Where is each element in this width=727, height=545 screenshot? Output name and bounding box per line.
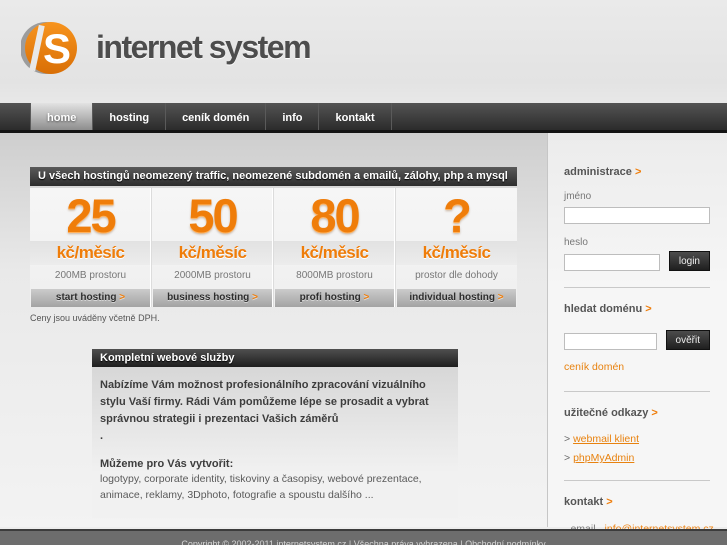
services-list: logotypy, corporate identity, tiskoviny … bbox=[100, 473, 422, 501]
copyright-text: Copyright © 2002-2011 internetsystem.cz … bbox=[181, 539, 546, 545]
link-row: > webmail klient bbox=[564, 433, 710, 445]
individual-hosting-button[interactable]: individual hosting > bbox=[397, 289, 516, 307]
header: S internet system bbox=[0, 0, 727, 103]
plan-space: 200MB prostoru bbox=[54, 270, 127, 281]
plan-space: prostor dle dohody bbox=[415, 270, 498, 281]
plan-price: ? bbox=[443, 189, 472, 242]
domain-search-input[interactable] bbox=[564, 333, 657, 350]
main-nav: home hosting ceník domén info kontakt bbox=[0, 103, 727, 133]
plan-start: 25 kč/měsíc 200MB prostoru start hosting… bbox=[30, 188, 151, 307]
vat-note: Ceny jsou uváděny včetně DPH. bbox=[30, 313, 160, 323]
plan-price: 25 bbox=[66, 189, 116, 242]
useful-links-title: užitečné odkazy > bbox=[564, 407, 658, 419]
plan-unit: kč/měsíc bbox=[396, 241, 517, 265]
content: U všech hostingů neomezený traffic, neom… bbox=[0, 133, 727, 545]
arrow-icon: > bbox=[606, 496, 613, 508]
logo-wordmark: internet system bbox=[96, 29, 312, 65]
pricing-table: 25 kč/měsíc 200MB prostoru start hosting… bbox=[30, 188, 517, 307]
nav-tab-info[interactable]: info bbox=[266, 103, 320, 130]
plan-unit: kč/měsíc bbox=[152, 241, 273, 265]
divider bbox=[564, 287, 710, 288]
sidebar: administrace > jméno heslo login hledat … bbox=[547, 133, 727, 545]
arrow-icon: > bbox=[119, 292, 126, 303]
password-input[interactable] bbox=[564, 254, 660, 271]
nav-tab-cenik-domen[interactable]: ceník domén bbox=[166, 103, 267, 130]
divider bbox=[564, 391, 710, 392]
nav-tab-hosting[interactable]: hosting bbox=[93, 103, 167, 130]
nav-tab-kontakt[interactable]: kontakt bbox=[319, 103, 392, 130]
divider bbox=[564, 480, 710, 481]
plan-space: 2000MB prostoru bbox=[174, 270, 251, 281]
arrow-icon: > bbox=[497, 292, 504, 303]
webmail-link[interactable]: webmail klient bbox=[573, 433, 639, 445]
start-hosting-button[interactable]: start hosting > bbox=[31, 289, 150, 307]
arrow-icon: > bbox=[363, 292, 370, 303]
profi-hosting-button[interactable]: profi hosting > bbox=[275, 289, 394, 307]
arrow-icon: > bbox=[651, 407, 658, 419]
plan-price: 50 bbox=[188, 189, 238, 242]
svg-text:S: S bbox=[43, 25, 71, 72]
footer: Copyright © 2002-2011 internetsystem.cz … bbox=[0, 529, 727, 545]
page: S internet system home hosting ceník dom… bbox=[0, 0, 727, 545]
arrow-icon: > bbox=[252, 292, 258, 303]
internet-system-logo-icon: S bbox=[20, 19, 79, 77]
contact-section-title: kontakt > bbox=[564, 496, 613, 508]
phpmyadmin-link[interactable]: phpMyAdmin bbox=[573, 452, 634, 464]
domain-search-title: hledat doménu > bbox=[564, 303, 652, 315]
plan-unit: kč/měsíc bbox=[274, 241, 395, 265]
services-intro: Nabízíme Vám možnost profesionálního zpr… bbox=[100, 379, 429, 443]
admin-section-title: administrace > bbox=[564, 166, 642, 178]
business-hosting-button[interactable]: business hosting > bbox=[153, 289, 272, 307]
main-column: U všech hostingů neomezený traffic, neom… bbox=[0, 133, 547, 527]
link-row: > phpMyAdmin bbox=[564, 452, 710, 464]
nav-tab-home[interactable]: home bbox=[30, 103, 94, 130]
plan-space: 8000MB prostoru bbox=[296, 270, 373, 281]
services-body: Nabízíme Vám možnost profesionálního zpr… bbox=[92, 367, 458, 518]
verify-domain-button[interactable]: ověřit bbox=[665, 330, 710, 350]
domain-pricing-link[interactable]: ceník domén bbox=[564, 361, 624, 373]
username-label: jméno bbox=[564, 191, 592, 202]
services-subtitle: Můžeme pro Vás vytvořit: bbox=[100, 458, 234, 471]
plan-individual: ? kč/měsíc prostor dle dohody individual… bbox=[395, 188, 517, 307]
password-label: heslo bbox=[564, 237, 588, 248]
login-button[interactable]: login bbox=[668, 251, 710, 271]
arrow-icon: > bbox=[645, 303, 652, 315]
username-input[interactable] bbox=[564, 207, 710, 224]
plan-unit: kč/měsíc bbox=[30, 241, 151, 265]
arrow-icon: > bbox=[564, 452, 571, 464]
plan-profi: 80 kč/měsíc 8000MB prostoru profi hostin… bbox=[273, 188, 395, 307]
promo-banner: U všech hostingů neomezený traffic, neom… bbox=[30, 167, 517, 186]
services-title: Kompletní webové služby bbox=[92, 349, 458, 367]
arrow-icon: > bbox=[634, 166, 642, 178]
plan-business: 50 kč/měsíc 2000MB prostoru business hos… bbox=[151, 188, 273, 307]
arrow-icon: > bbox=[564, 433, 571, 445]
plan-price: 80 bbox=[310, 189, 360, 242]
services-box: Kompletní webové služby Nabízíme Vám mož… bbox=[92, 349, 458, 518]
